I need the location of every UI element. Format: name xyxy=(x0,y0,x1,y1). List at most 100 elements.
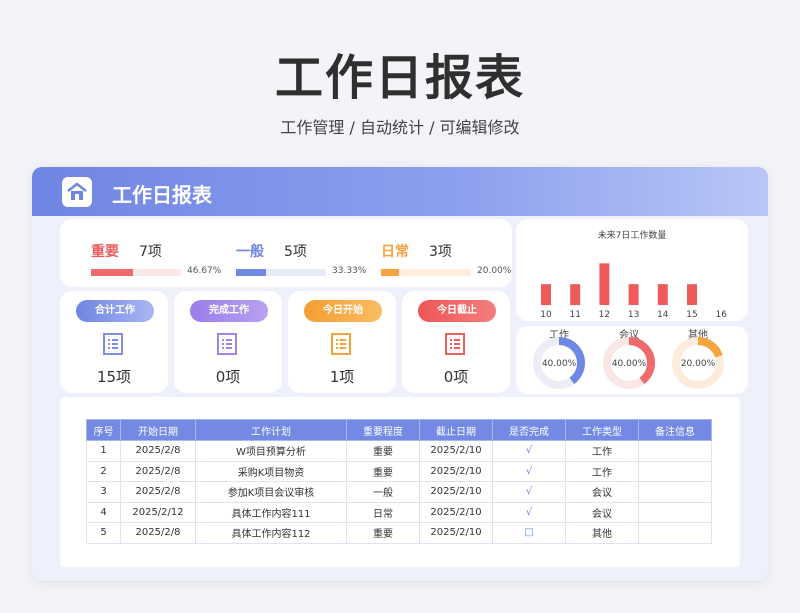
priority-item-important: 重要 7项 46.67% xyxy=(91,241,221,276)
card-title: 工作日报表 xyxy=(112,183,212,207)
table-row: 5 2025/2/8 具体工作内容112 重要 2025/2/10 □ 其他 xyxy=(86,522,712,544)
table-cell[interactable]: 2025/2/8 xyxy=(120,460,196,482)
table-cell[interactable]: 参加K项目会议审核 xyxy=(195,481,347,503)
x-tick-label: 14 xyxy=(657,310,669,320)
completion-cell[interactable]: √ xyxy=(492,481,566,503)
table-cell[interactable]: 工作 xyxy=(565,440,639,462)
priority-count: 7项 xyxy=(139,244,162,260)
table-cell[interactable]: 采购K项目物资 xyxy=(195,460,347,482)
bar-11 xyxy=(570,284,581,305)
table-cell[interactable] xyxy=(638,460,712,482)
x-tick-label: 12 xyxy=(599,310,610,320)
table-cell[interactable]: 重要 xyxy=(346,440,420,462)
table-cell[interactable]: 5 xyxy=(86,522,121,544)
table-cell[interactable]: 日常 xyxy=(346,501,420,523)
stat-card-total: 合计工作 15项 xyxy=(60,291,168,393)
table-cell[interactable]: 2025/2/8 xyxy=(120,481,196,503)
table-cell[interactable]: 重要 xyxy=(346,460,420,482)
x-tick-label: 11 xyxy=(569,310,580,320)
priority-bar xyxy=(381,269,471,276)
list-icon xyxy=(443,332,467,360)
table-cell[interactable]: 2025/2/10 xyxy=(419,501,493,523)
stat-card-completed: 完成工作 0项 xyxy=(174,291,282,393)
column-header: 重要程度 xyxy=(346,419,420,441)
stat-label: 今日截止 xyxy=(418,300,496,322)
table-cell[interactable]: 工作 xyxy=(565,460,639,482)
priority-label: 日常 xyxy=(381,244,409,260)
work-table: 序号 开始日期 工作计划 重要程度 截止日期 是否完成 工作类型 备注信息 12… xyxy=(86,419,712,544)
table-cell[interactable]: 2025/2/12 xyxy=(120,501,196,523)
table-cell[interactable]: 会议 xyxy=(565,481,639,503)
table-cell[interactable]: 2025/2/10 xyxy=(419,481,493,503)
table-header-row: 序号 开始日期 工作计划 重要程度 截止日期 是否完成 工作类型 备注信息 xyxy=(86,419,712,441)
stat-value: 1项 xyxy=(329,368,355,386)
list-icon xyxy=(329,332,353,360)
completion-cell[interactable]: √ xyxy=(492,460,566,482)
completion-cell[interactable]: √ xyxy=(492,440,566,462)
bar-13 xyxy=(628,284,639,305)
card-header: 工作日报表 xyxy=(32,167,768,216)
table-cell[interactable]: 1 xyxy=(86,440,121,462)
bar-chart: 10 11 12 13 14 15 16 xyxy=(540,263,727,320)
priority-label: 一般 xyxy=(236,244,264,260)
donut-value: 40.00% xyxy=(542,359,577,369)
priority-percent: 20.00% xyxy=(477,266,512,276)
column-header: 序号 xyxy=(86,419,121,441)
priority-item-daily: 日常 3项 20.00% xyxy=(381,241,511,276)
bar-10 xyxy=(541,284,551,305)
donut-value: 40.00% xyxy=(612,359,647,369)
table-cell[interactable]: 其他 xyxy=(565,522,639,544)
priority-count: 5项 xyxy=(284,244,307,260)
completion-cell[interactable]: □ xyxy=(492,522,566,544)
table-cell[interactable]: 3 xyxy=(86,481,121,503)
home-icon xyxy=(62,177,92,207)
stat-value: 15项 xyxy=(96,368,132,386)
page-subtitle: 工作管理 / 自动统计 / 可编辑修改 xyxy=(280,118,520,137)
table-cell[interactable]: 2 xyxy=(86,460,121,482)
stat-label: 今日开始 xyxy=(304,300,382,322)
stat-value: 0项 xyxy=(215,368,241,386)
priority-bar-fill xyxy=(381,269,399,276)
table-cell[interactable]: 2025/2/8 xyxy=(120,522,196,544)
table-cell[interactable]: 4 xyxy=(86,501,121,523)
priority-panel: 重要 7项 46.67% 一般 5项 33.33% 日常 3项 20.00% xyxy=(60,219,512,287)
table-body: 1 2025/2/8 W项目预算分析 重要 2025/2/10 √ 工作 2 2025/2/8 采… xyxy=(86,440,712,544)
bar-15 xyxy=(687,284,697,305)
completion-cell[interactable]: √ xyxy=(492,501,566,523)
priority-bar-fill xyxy=(236,269,266,276)
page-title: 工作日报表 xyxy=(274,50,525,106)
table-cell[interactable]: W项目预算分析 xyxy=(195,440,347,462)
table-cell[interactable]: 2025/2/10 xyxy=(419,440,493,462)
table-cell[interactable]: 重要 xyxy=(346,522,420,544)
donut-charts: 工作40.00%会议40.00%其他20.00% xyxy=(533,328,724,389)
stat-card-due-today: 今日截止 0项 xyxy=(402,291,510,393)
column-header: 截止日期 xyxy=(419,419,493,441)
stat-label: 合计工作 xyxy=(76,300,154,322)
report-card: 工作日报表 重要 7项 46.67% 一般 5项 33.33% 日常 3项 20… xyxy=(32,167,768,581)
x-tick-label: 15 xyxy=(686,310,697,320)
table-panel: 序号 开始日期 工作计划 重要程度 截止日期 是否完成 工作类型 备注信息 12… xyxy=(60,397,740,567)
table-cell[interactable]: 会议 xyxy=(565,501,639,523)
x-tick-label: 10 xyxy=(540,310,552,320)
list-icon xyxy=(215,332,239,360)
bar-12 xyxy=(599,263,610,305)
priority-count: 3项 xyxy=(429,244,452,260)
stat-value: 0项 xyxy=(443,368,469,386)
priority-bar-fill xyxy=(91,269,133,276)
table-cell[interactable] xyxy=(638,522,712,544)
priority-percent: 46.67% xyxy=(187,266,222,276)
table-cell[interactable]: 具体工作内容111 xyxy=(195,501,347,523)
table-cell[interactable]: 2025/2/10 xyxy=(419,522,493,544)
table-cell[interactable]: 2025/2/8 xyxy=(120,440,196,462)
column-header: 工作计划 xyxy=(195,419,347,441)
table-cell[interactable]: 一般 xyxy=(346,481,420,503)
table-cell[interactable] xyxy=(638,501,712,523)
table-cell[interactable] xyxy=(638,481,712,503)
list-icon xyxy=(101,332,125,360)
column-header: 是否完成 xyxy=(492,419,566,441)
table-cell[interactable]: 具体工作内容112 xyxy=(195,522,347,544)
priority-bar xyxy=(236,269,326,276)
bar-chart-panel: 未来7日工作数量 10 11 12 13 14 15 16 xyxy=(516,219,748,321)
table-cell[interactable]: 2025/2/10 xyxy=(419,460,493,482)
table-cell[interactable] xyxy=(638,440,712,462)
